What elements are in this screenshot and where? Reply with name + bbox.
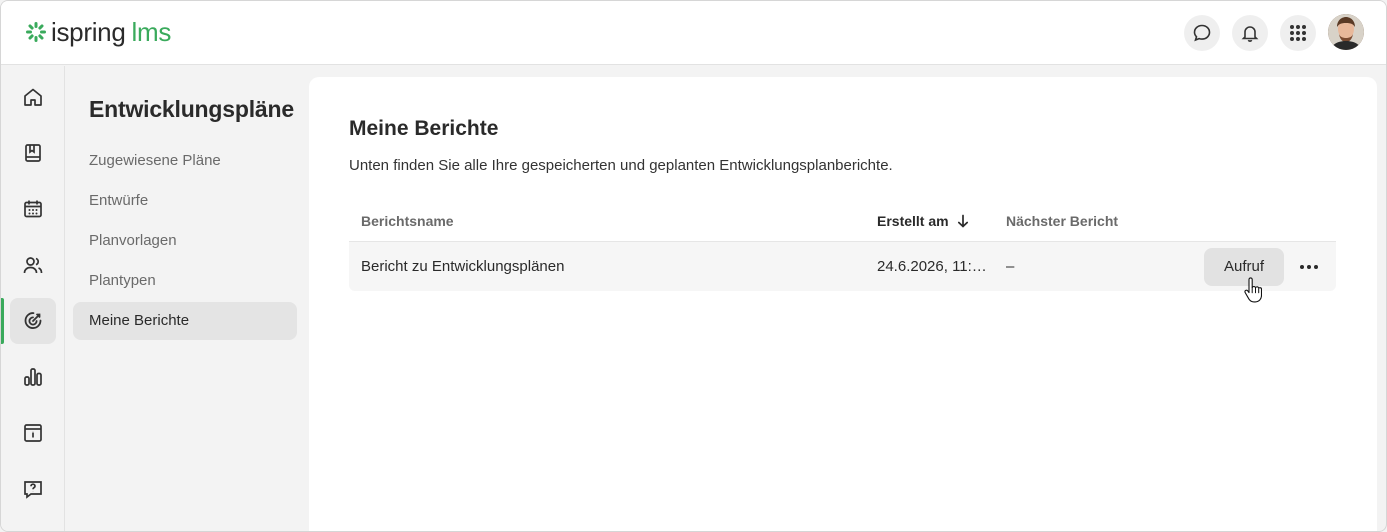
column-header-next-report[interactable]: Nächster Bericht [1006,213,1118,229]
brand-logo[interactable]: ispring lms [25,18,171,46]
calendar-icon [24,200,42,218]
notifications-button[interactable] [1232,15,1268,51]
subnav-item-assigned-plans[interactable]: Zugewiesene Pläne [73,142,297,180]
top-bar: ispring lms [1,1,1386,65]
rail-calendar[interactable] [10,186,56,232]
chat-icon [1193,24,1211,42]
book-icon [25,144,41,162]
rail-users[interactable] [10,242,56,288]
archive-icon [24,424,42,442]
page-description: Unten finden Sie alle Ihre gespeicherten… [349,157,893,174]
avatar-image [1328,14,1364,50]
sort-descending-icon [957,214,968,228]
apps-grid-icon [1290,25,1306,41]
chat-button[interactable] [1184,15,1220,51]
icon-rail [1,66,65,531]
page-title: Meine Berichte [349,117,499,140]
rail-active-indicator [1,298,4,344]
content-card: Meine Berichte Unten finden Sie alle Ihr… [309,77,1377,531]
subnav-item-drafts[interactable]: Entwürfe [73,182,297,220]
rail-help[interactable] [10,466,56,512]
app-window: ispring lms Entwicklungspläne Zugewiesen… [0,0,1387,532]
hand-cursor-icon [1244,277,1262,303]
apps-button[interactable] [1280,15,1316,51]
bell-icon [1241,26,1259,42]
subnav-item-templates[interactable]: Planvorlagen [73,222,297,260]
brand-name: ispring [51,17,126,47]
column-header-report-name[interactable]: Berichtsname [361,213,454,229]
table-row[interactable]: Bericht zu Entwicklungsplänen 24.6.2026,… [349,241,1336,291]
brand-accent: lms [131,17,172,47]
subnav-item-plan-types[interactable]: Plantypen [73,262,297,300]
rail-home[interactable] [10,74,56,120]
subnav-item-my-reports[interactable]: Meine Berichte [73,302,297,340]
rail-library[interactable] [10,130,56,176]
more-horizontal-icon [1300,265,1318,269]
target-icon [24,312,42,329]
section-title: Entwicklungspläne [89,96,294,122]
user-avatar[interactable] [1328,14,1364,50]
rail-development-plans[interactable] [10,298,56,344]
cell-report-name: Bericht zu Entwicklungsplänen [361,258,565,275]
rail-reports[interactable] [10,354,56,400]
section-sidebar: Entwicklungspläne Zugewiesene Pläne Entw… [65,66,309,531]
users-icon [23,257,43,274]
brand-wordmark: ispring lms [51,18,171,46]
home-icon [24,88,42,106]
ispring-logo-icon [26,22,46,42]
rail-info[interactable] [10,410,56,456]
cell-next-report: – [1006,258,1015,275]
column-header-created[interactable]: Erstellt am [877,213,969,229]
column-header-created-label: Erstellt am [877,213,949,229]
row-more-button[interactable] [1294,252,1324,282]
cell-created: 24.6.2026, 11:… [877,258,987,275]
help-chat-icon [24,481,42,499]
bar-chart-icon [24,368,42,386]
